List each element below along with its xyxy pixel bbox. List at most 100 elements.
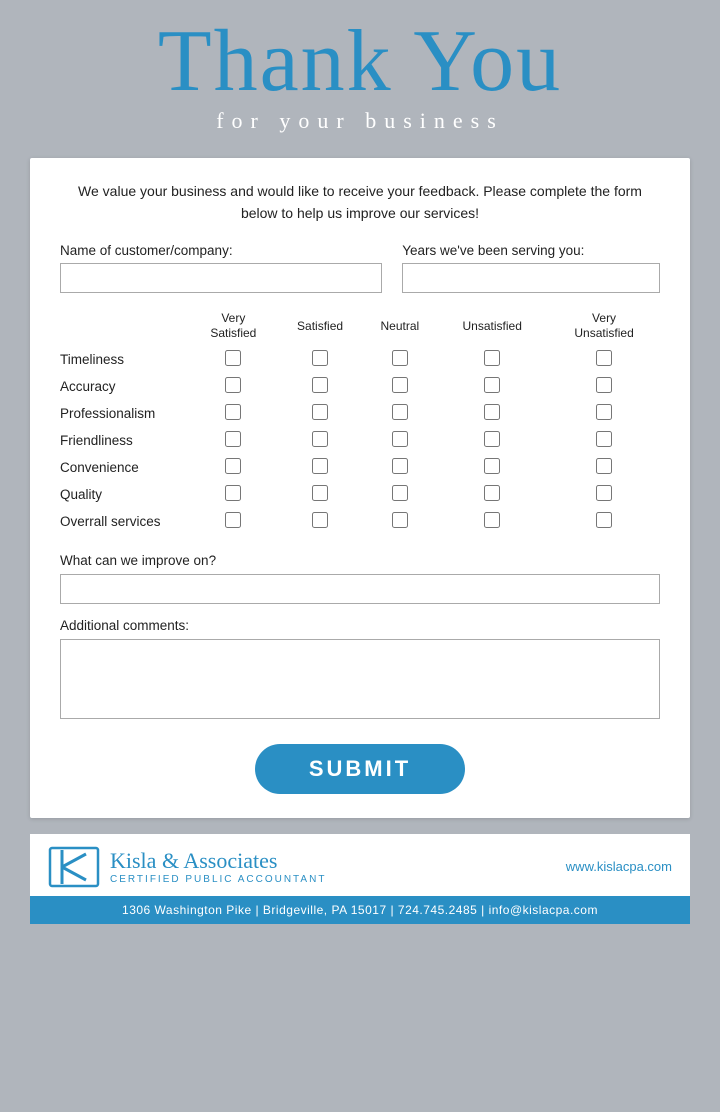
rating-cell[interactable] [548, 454, 660, 481]
rating-checkbox[interactable] [392, 458, 408, 474]
rating-checkbox[interactable] [596, 458, 612, 474]
submit-row: SUBMIT [60, 744, 660, 794]
rating-checkbox[interactable] [392, 512, 408, 528]
rating-row-label: Professionalism [60, 400, 190, 427]
rating-cell[interactable] [363, 373, 436, 400]
rating-checkbox[interactable] [596, 350, 612, 366]
rating-cell[interactable] [363, 481, 436, 508]
rating-cell[interactable] [363, 427, 436, 454]
brand-left: Kisla & Associates Certified Public Acco… [48, 846, 326, 888]
rating-row: Convenience [60, 454, 660, 481]
customer-input[interactable] [60, 263, 382, 293]
rating-checkbox[interactable] [312, 350, 328, 366]
rating-checkbox[interactable] [596, 404, 612, 420]
improve-label: What can we improve on? [60, 553, 660, 568]
rating-cell[interactable] [548, 427, 660, 454]
rating-checkbox[interactable] [596, 431, 612, 447]
rating-cell[interactable] [190, 508, 277, 535]
rating-cell[interactable] [436, 481, 548, 508]
rating-checkbox[interactable] [392, 377, 408, 393]
rating-cell[interactable] [436, 454, 548, 481]
rating-checkbox[interactable] [312, 458, 328, 474]
rating-cell[interactable] [363, 400, 436, 427]
rating-checkbox[interactable] [484, 485, 500, 501]
rating-checkbox[interactable] [392, 350, 408, 366]
rating-cell[interactable] [190, 427, 277, 454]
rating-cell[interactable] [277, 346, 364, 373]
rating-cell[interactable] [436, 373, 548, 400]
rating-checkbox[interactable] [484, 512, 500, 528]
rating-checkbox[interactable] [484, 377, 500, 393]
comments-textarea[interactable] [60, 639, 660, 719]
rating-cell[interactable] [277, 454, 364, 481]
rating-checkbox[interactable] [225, 485, 241, 501]
rating-row-label: Overrall services [60, 508, 190, 535]
rating-cell[interactable] [436, 400, 548, 427]
rating-checkbox[interactable] [484, 431, 500, 447]
rating-checkbox[interactable] [484, 458, 500, 474]
rating-cell[interactable] [277, 427, 364, 454]
rating-cell[interactable] [363, 508, 436, 535]
rating-row: Timeliness [60, 346, 660, 373]
rating-cell[interactable] [190, 454, 277, 481]
rating-row: Professionalism [60, 400, 660, 427]
rating-cell[interactable] [548, 373, 660, 400]
rating-cell[interactable] [190, 373, 277, 400]
top-fields-row: Name of customer/company: Years we've be… [60, 243, 660, 293]
rating-checkbox[interactable] [312, 512, 328, 528]
rating-cell[interactable] [548, 400, 660, 427]
rating-cell[interactable] [277, 400, 364, 427]
years-input[interactable] [402, 263, 660, 293]
rating-cell[interactable] [190, 346, 277, 373]
rating-checkbox[interactable] [225, 404, 241, 420]
rating-checkbox[interactable] [484, 350, 500, 366]
rating-checkbox[interactable] [225, 431, 241, 447]
rating-cell[interactable] [277, 373, 364, 400]
rating-checkbox[interactable] [312, 377, 328, 393]
rating-row: Accuracy [60, 373, 660, 400]
rating-cell[interactable] [190, 400, 277, 427]
rating-checkbox[interactable] [225, 458, 241, 474]
rating-checkbox[interactable] [312, 485, 328, 501]
header: Thank You for your business [0, 0, 720, 146]
rating-cell[interactable] [363, 454, 436, 481]
rating-row-label: Convenience [60, 454, 190, 481]
rating-checkbox[interactable] [225, 512, 241, 528]
rating-row-label: Timeliness [60, 346, 190, 373]
thank-you-title: Thank You [40, 18, 680, 106]
brand-logo-icon [48, 846, 100, 888]
rating-cell[interactable] [548, 508, 660, 535]
rating-checkbox[interactable] [225, 377, 241, 393]
rating-row: Friendliness [60, 427, 660, 454]
rating-cell[interactable] [277, 508, 364, 535]
rating-checkbox[interactable] [392, 485, 408, 501]
rating-checkbox[interactable] [312, 431, 328, 447]
rating-checkbox[interactable] [392, 404, 408, 420]
rating-row: Overrall services [60, 508, 660, 535]
improve-input[interactable] [60, 574, 660, 604]
rating-cell[interactable] [548, 346, 660, 373]
customer-label: Name of customer/company: [60, 243, 382, 258]
years-field-group: Years we've been serving you: [402, 243, 660, 293]
footer: Kisla & Associates Certified Public Acco… [30, 834, 690, 924]
rating-checkbox[interactable] [312, 404, 328, 420]
rating-checkbox[interactable] [596, 485, 612, 501]
comments-section: Additional comments: [60, 618, 660, 724]
rating-checkbox[interactable] [596, 512, 612, 528]
rating-table: VerySatisfied Satisfied Neutral Unsatisf… [60, 311, 660, 535]
rating-header-very-unsatisfied: VeryUnsatisfied [548, 311, 660, 346]
rating-checkbox[interactable] [225, 350, 241, 366]
rating-cell[interactable] [436, 346, 548, 373]
brand-name: Kisla & Associates [110, 848, 326, 874]
rating-checkbox[interactable] [596, 377, 612, 393]
rating-row-label: Friendliness [60, 427, 190, 454]
rating-cell[interactable] [277, 481, 364, 508]
rating-cell[interactable] [436, 427, 548, 454]
rating-checkbox[interactable] [392, 431, 408, 447]
rating-cell[interactable] [548, 481, 660, 508]
submit-button[interactable]: SUBMIT [255, 744, 465, 794]
rating-checkbox[interactable] [484, 404, 500, 420]
rating-cell[interactable] [190, 481, 277, 508]
rating-cell[interactable] [363, 346, 436, 373]
rating-cell[interactable] [436, 508, 548, 535]
